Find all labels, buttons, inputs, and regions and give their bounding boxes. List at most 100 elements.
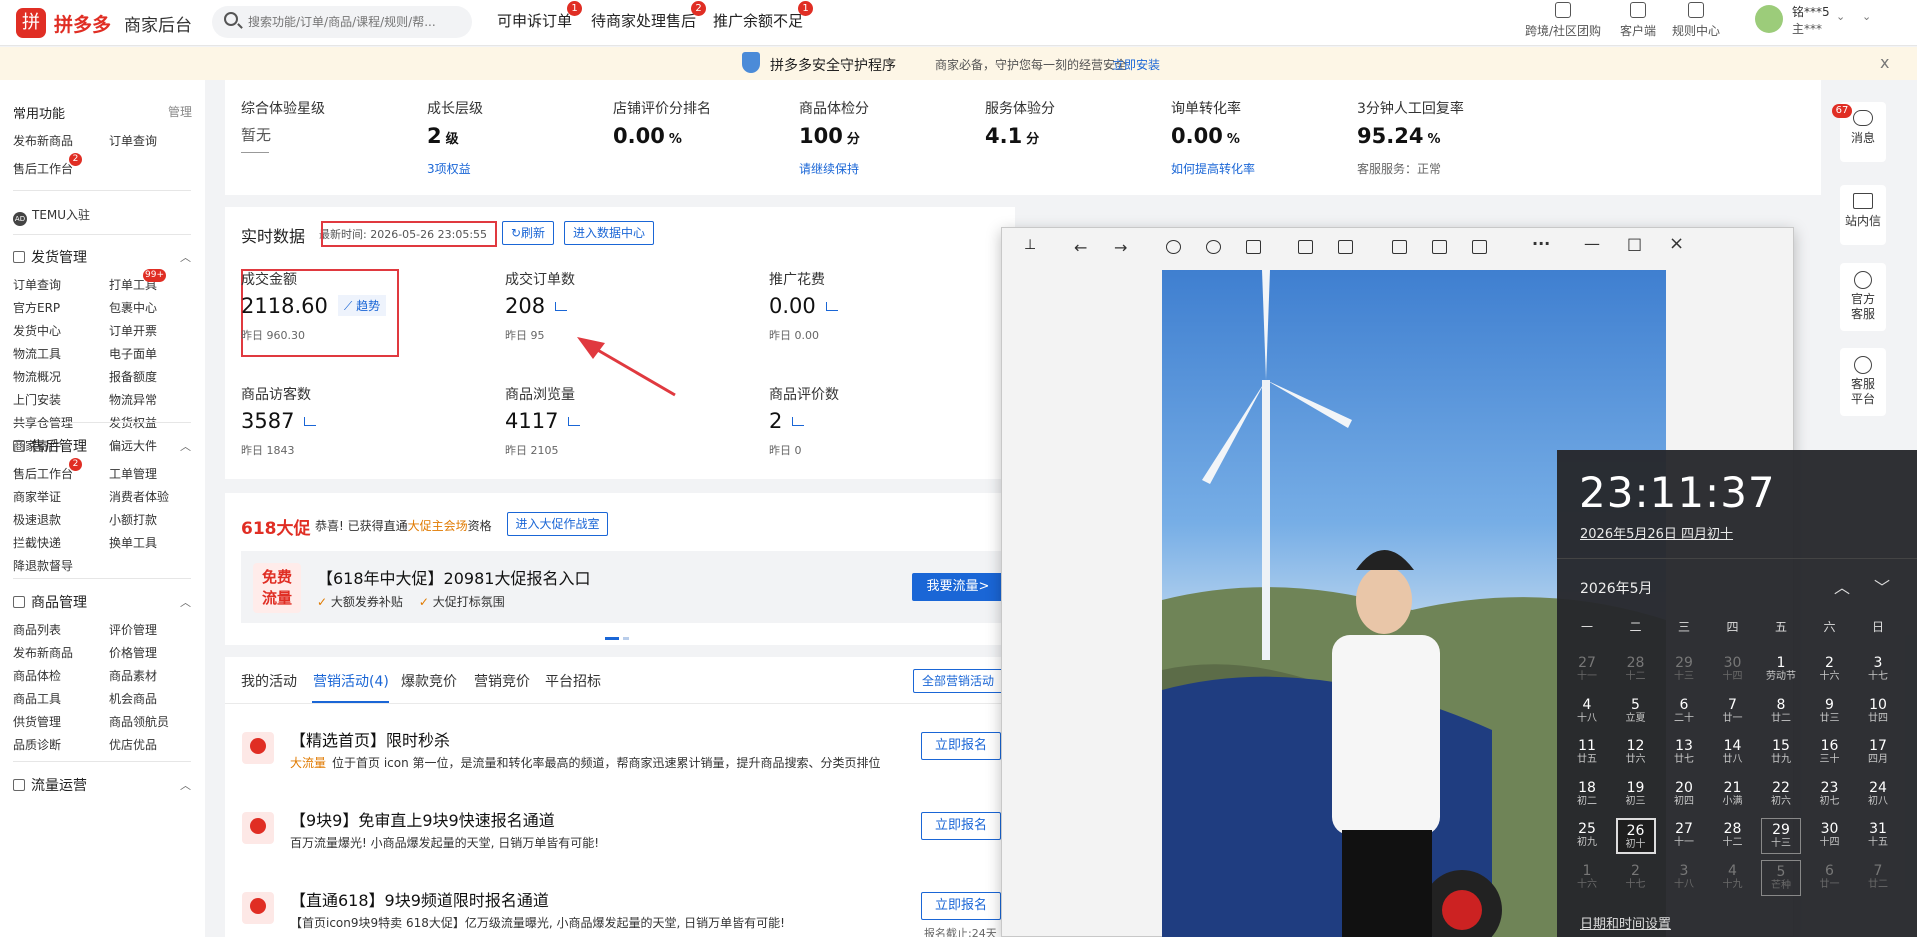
avatar[interactable] xyxy=(1755,5,1783,33)
calendar-day[interactable]: 10 廿四 xyxy=(1858,694,1898,730)
calendar-day[interactable]: 19 初三 xyxy=(1616,777,1656,813)
calendar-day[interactable]: 13 廿七 xyxy=(1664,735,1704,771)
trend-icon[interactable] xyxy=(568,417,581,426)
promo-banner[interactable]: 免费 流量 【618年中大促】20981大促报名入口 ✓ 大额发券补贴 ✓ 大促打标… xyxy=(241,551,1004,623)
refresh-button[interactable]: ↻刷新 xyxy=(502,221,554,245)
sidebar-item[interactable]: 售后工作台 2 xyxy=(13,458,83,482)
calendar-day[interactable]: 2 十七 xyxy=(1616,860,1656,896)
more-icon[interactable]: ··· xyxy=(1532,234,1550,253)
calendar-day[interactable]: 9 廿三 xyxy=(1810,694,1850,730)
sidebar-item[interactable]: 降退款督导 xyxy=(13,557,73,574)
calendar-day[interactable]: 12 廿六 xyxy=(1616,735,1656,771)
calendar-day[interactable]: 6 廿一 xyxy=(1810,860,1850,896)
calendar-day[interactable]: 11 廿五 xyxy=(1567,735,1607,771)
close-icon[interactable]: x xyxy=(1880,53,1889,72)
month-label[interactable]: 2026年5月 xyxy=(1580,578,1653,598)
sidebar-item[interactable]: 小额打款 xyxy=(109,511,157,528)
copy-icon[interactable] xyxy=(1392,240,1407,254)
chevron-up-icon[interactable]: ︿ xyxy=(1834,574,1850,598)
activity-title[interactable]: 【精选首页】限时秒杀 xyxy=(290,727,450,751)
war-room-button[interactable]: 进入大促作战室 xyxy=(507,512,608,536)
trend-button[interactable]: ⟋ 趋势 xyxy=(337,295,387,316)
calendar-day[interactable]: 29 十三 xyxy=(1761,818,1801,854)
sidebar-group-title[interactable]: 商品管理 xyxy=(13,592,87,612)
calendar-day[interactable]: 22 初六 xyxy=(1761,777,1801,813)
calendar-day[interactable]: 20 初四 xyxy=(1664,777,1704,813)
sidebar-item[interactable]: 物流异常 xyxy=(109,391,157,408)
calendar-day[interactable]: 31 十五 xyxy=(1858,818,1898,854)
calendar-day[interactable]: 6 二十 xyxy=(1664,694,1704,730)
chevron-down-icon[interactable]: ⌄ xyxy=(1836,10,1845,23)
sidebar-item[interactable]: 发布新商品 xyxy=(13,644,73,661)
sidebar-item[interactable]: 价格管理 xyxy=(109,644,157,661)
zoom-in-icon[interactable] xyxy=(1166,240,1181,254)
sidebar-item[interactable]: 商品工具 xyxy=(13,690,61,707)
calendar-day[interactable]: 29 十三 xyxy=(1664,652,1704,688)
calendar-day[interactable]: 28 十二 xyxy=(1616,652,1656,688)
sidebar-item[interactable]: 物流工具 xyxy=(13,345,61,362)
pin-icon[interactable]: ⊥ xyxy=(1024,237,1039,253)
sidebar-item[interactable]: 订单查询 xyxy=(13,276,61,293)
carousel-dot[interactable] xyxy=(623,637,629,640)
promo-balance-link[interactable]: 推广余额不足 1 xyxy=(713,1,814,31)
calendar-day[interactable]: 27 十一 xyxy=(1664,818,1704,854)
date-time-settings-link[interactable]: 日期和时间设置 xyxy=(1580,913,1671,932)
activity-tab[interactable]: 爆款竞价 xyxy=(401,671,457,691)
sidebar-item[interactable]: 打单工具 99+ xyxy=(109,269,167,293)
sidebar-item[interactable]: 优店优品 xyxy=(109,736,157,753)
chevron-up-icon[interactable]: ︿ xyxy=(180,777,191,793)
sidebar-item[interactable]: 电子面单 xyxy=(109,345,157,362)
maximize-icon[interactable]: □ xyxy=(1627,234,1642,253)
client-tool[interactable]: 客户端 xyxy=(1612,2,1664,39)
search-box[interactable] xyxy=(212,6,472,38)
inbox-button[interactable]: 站内信 xyxy=(1840,185,1886,245)
overview-sub-link[interactable]: 3项权益 xyxy=(427,160,471,177)
temu-entry[interactable]: AD TEMU入驻 xyxy=(13,206,90,226)
trend-icon[interactable] xyxy=(825,302,838,311)
sidebar-item-aftersales[interactable]: 售后工作台 2 xyxy=(13,153,83,177)
pending-aftersales-link[interactable]: 待商家处理售后 2 xyxy=(591,1,707,31)
install-link[interactable]: 立即安装 xyxy=(1112,56,1160,73)
user-name[interactable]: 铭***5 xyxy=(1792,3,1830,20)
minimize-icon[interactable]: — xyxy=(1584,234,1600,253)
community-tool[interactable]: 跨境/社区团购 xyxy=(1522,2,1604,39)
overview-sub-link[interactable]: 请继续保持 xyxy=(799,160,859,177)
all-marketing-button[interactable]: 全部营销活动 xyxy=(913,669,1003,693)
calendar-day[interactable]: 25 初九 xyxy=(1567,818,1607,854)
chevron-up-icon[interactable]: ︿ xyxy=(180,438,191,454)
sidebar-item[interactable]: 工单管理 xyxy=(109,465,157,482)
activity-tab[interactable]: 我的活动 xyxy=(241,671,297,691)
calendar-day[interactable]: 3 十八 xyxy=(1664,860,1704,896)
sidebar-group-title[interactable]: 售后管理 xyxy=(13,436,87,456)
sidebar-item[interactable]: 商品素材 xyxy=(109,667,157,684)
calendar-day[interactable]: 1 劳动节 xyxy=(1761,652,1801,688)
sidebar-item[interactable]: 偏远大件 xyxy=(109,437,157,454)
calendar-day[interactable]: 14 廿八 xyxy=(1713,735,1753,771)
sidebar-item[interactable]: 商品体检 xyxy=(13,667,61,684)
sidebar-item[interactable]: 商家举证 xyxy=(13,488,61,505)
manage-link[interactable]: 管理 xyxy=(168,103,192,120)
chevron-down-icon[interactable]: ﹀ xyxy=(1874,574,1890,598)
sidebar-item[interactable]: 发货中心 xyxy=(13,322,61,339)
calendar-day[interactable]: 30 十四 xyxy=(1810,818,1850,854)
activity-title[interactable]: 【9块9】免审直上9块9快速报名通道 xyxy=(290,807,555,831)
overview-sub-link[interactable]: 如何提高转化率 xyxy=(1171,160,1255,177)
chevron-up-icon[interactable]: ︿ xyxy=(180,249,191,265)
trend-icon[interactable] xyxy=(304,417,317,426)
fit-icon[interactable] xyxy=(1246,240,1261,254)
calendar-day[interactable]: 1 十六 xyxy=(1567,860,1607,896)
calendar-day[interactable]: 24 初八 xyxy=(1858,777,1898,813)
calendar-day[interactable]: 15 廿九 xyxy=(1761,735,1801,771)
sidebar-group-title[interactable]: 发货管理 xyxy=(13,247,87,267)
trend-icon[interactable] xyxy=(792,417,805,426)
sidebar-item-publish[interactable]: 发布新商品 xyxy=(13,132,73,149)
sidebar-item[interactable]: 商品列表 xyxy=(13,621,61,638)
sidebar-item[interactable]: 官方ERP xyxy=(13,299,60,316)
download-icon[interactable] xyxy=(1472,240,1487,254)
search-input[interactable] xyxy=(248,12,458,32)
zoom-out-icon[interactable] xyxy=(1206,240,1221,254)
calendar-day[interactable]: 3 十七 xyxy=(1858,652,1898,688)
calendar-day[interactable]: 7 廿一 xyxy=(1713,694,1753,730)
rules-tool[interactable]: 规则中心 xyxy=(1670,2,1722,39)
chevron-up-icon[interactable]: ︿ xyxy=(180,594,191,610)
